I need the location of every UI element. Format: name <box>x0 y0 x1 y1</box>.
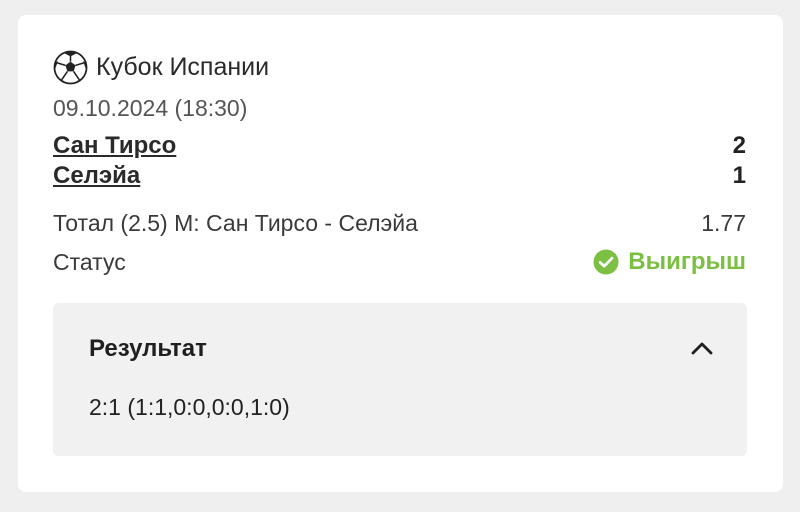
tournament-header: Кубок Испании <box>53 49 269 85</box>
bet-label: Тотал (2.5) М: Сан Тирсо - Селэйа <box>53 209 418 236</box>
check-circle-icon <box>593 249 619 275</box>
team-home-link[interactable]: Сан Тирсо <box>53 132 176 160</box>
tournament-name: Кубок Испании <box>96 52 270 81</box>
result-panel: Результат 2:1 (1:1,0:0,0:0,1:0) <box>53 303 747 456</box>
team-row-home: Сан Тирсо 2 <box>53 131 746 161</box>
status-value: Выигрыш <box>628 248 746 275</box>
result-title: Результат <box>89 335 207 362</box>
bet-row: Тотал (2.5) М: Сан Тирсо - Селэйа 1.77 <box>53 207 746 239</box>
team-row-away: Селэйа 1 <box>53 161 746 191</box>
status-row: Статус Выигрыш <box>53 246 746 278</box>
match-datetime: 09.10.2024 (18:30) <box>53 95 248 121</box>
team-home-score: 2 <box>732 132 746 159</box>
result-details: 2:1 (1:1,0:0,0:0,1:0) <box>89 394 290 420</box>
bet-odds: 1.77 <box>701 209 746 236</box>
status-badge: Выигрыш <box>593 248 746 276</box>
team-away-link[interactable]: Селэйа <box>53 162 140 190</box>
chevron-up-icon[interactable] <box>689 336 715 362</box>
soccer-ball-icon <box>53 50 88 85</box>
team-away-score: 1 <box>732 162 746 189</box>
status-label: Статус <box>53 248 126 275</box>
result-panel-header[interactable]: Результат <box>89 333 715 365</box>
bet-card: Кубок Испании 09.10.2024 (18:30) Сан Тир… <box>18 15 783 492</box>
